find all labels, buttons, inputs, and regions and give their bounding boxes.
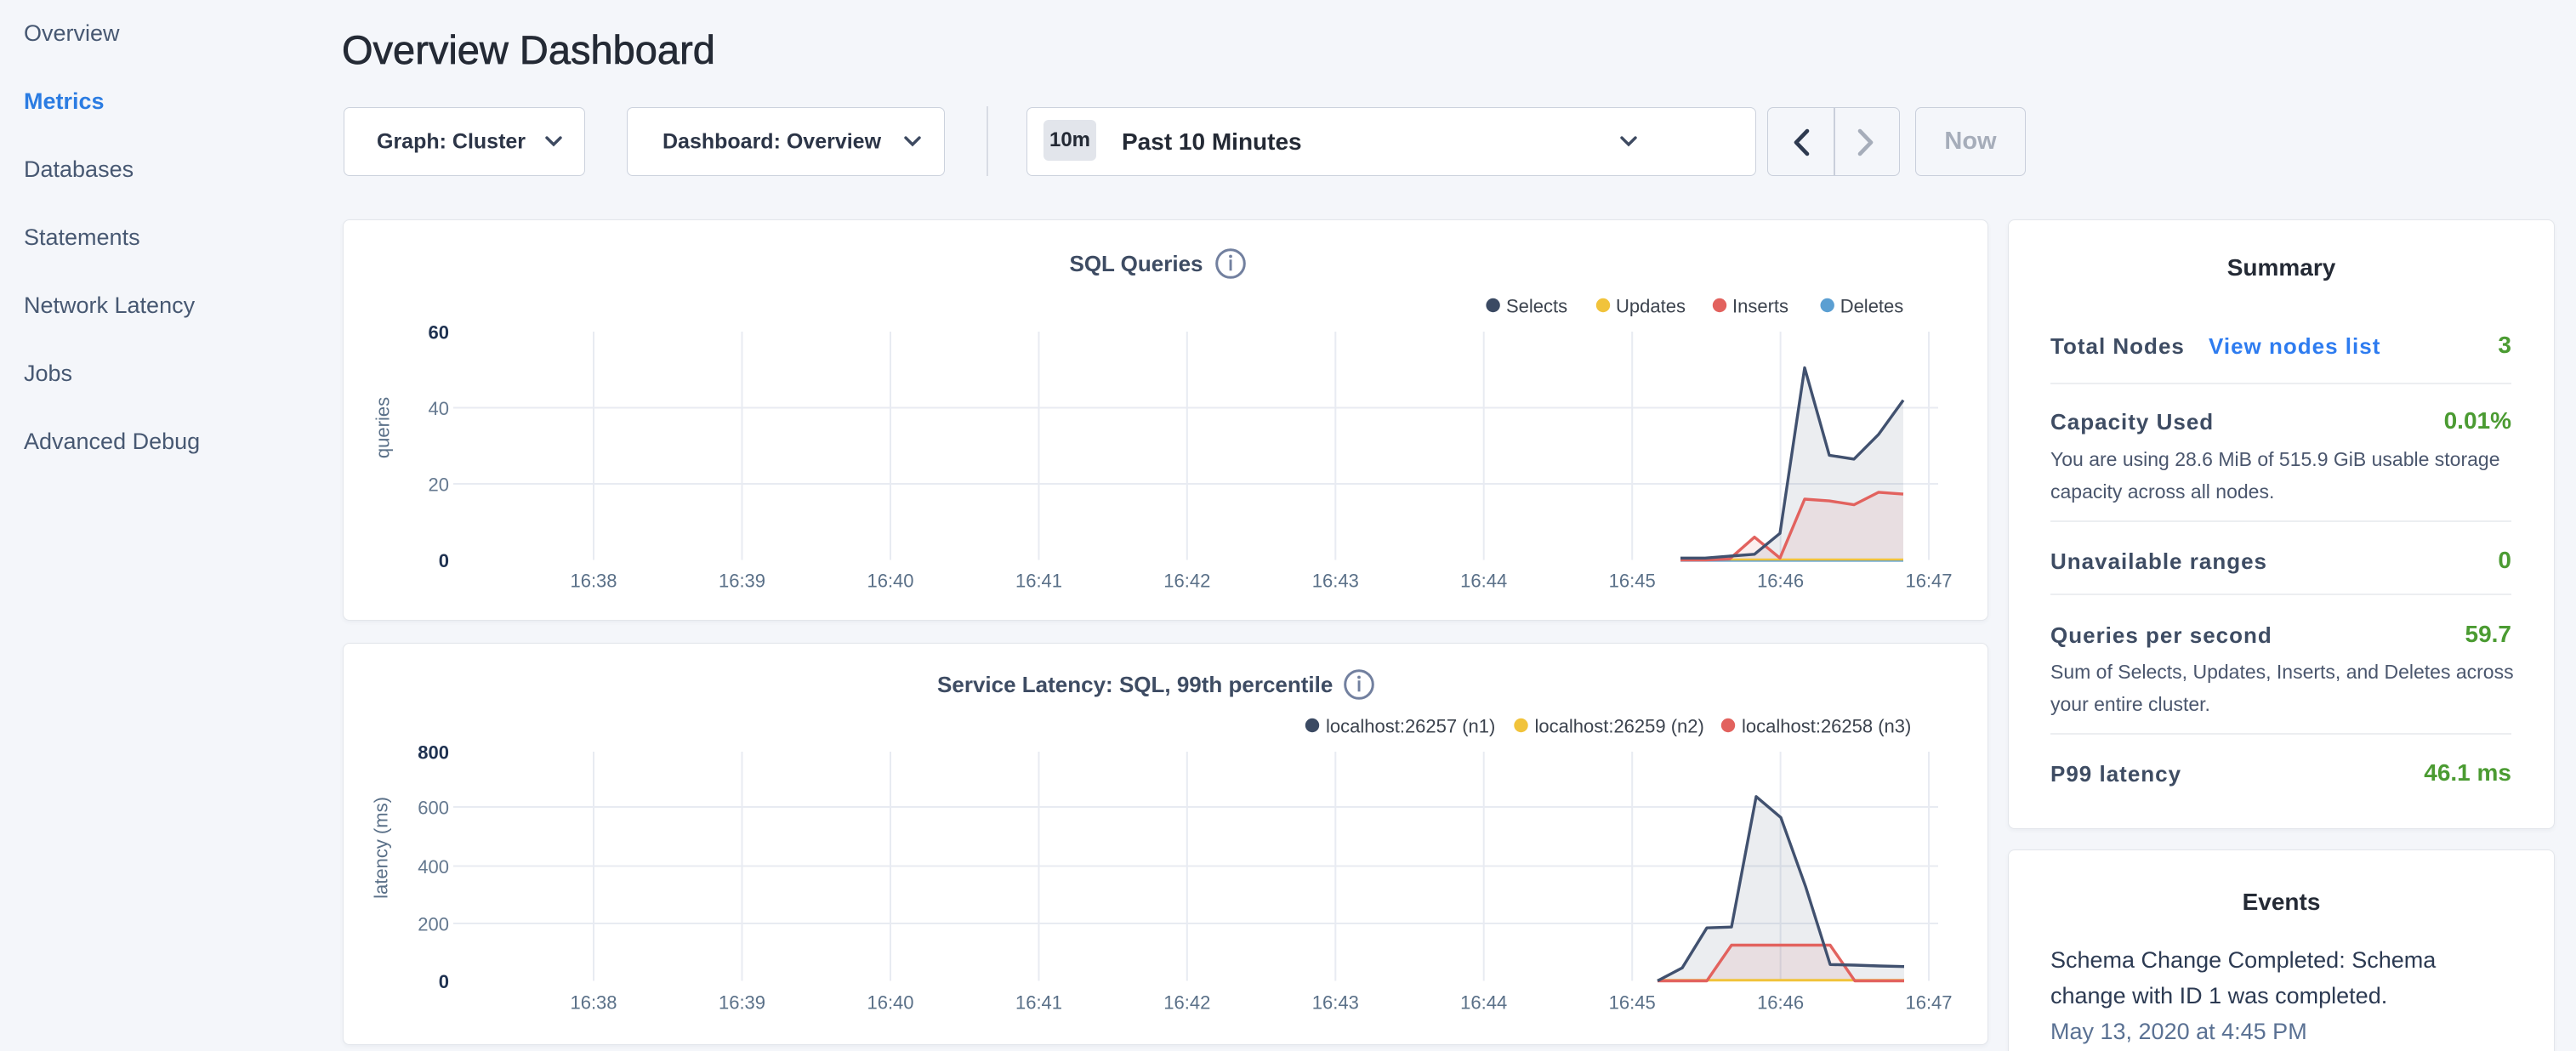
svg-text:400: 400 <box>418 856 449 878</box>
svg-text:localhost:26258 (n3): localhost:26258 (n3) <box>1742 716 1911 737</box>
svg-text:16:46: 16:46 <box>1757 571 1804 592</box>
svg-text:16:42: 16:42 <box>1163 571 1210 592</box>
svg-text:16:42: 16:42 <box>1163 992 1210 1014</box>
svg-text:16:39: 16:39 <box>719 571 765 592</box>
svg-text:16:45: 16:45 <box>1609 571 1656 592</box>
svg-text:16:44: 16:44 <box>1460 571 1507 592</box>
svg-text:Deletes: Deletes <box>1840 296 1904 317</box>
svg-text:Updates: Updates <box>1616 296 1686 317</box>
svg-text:SQL Queries: SQL Queries <box>1069 251 1203 276</box>
svg-text:16:45: 16:45 <box>1609 992 1656 1014</box>
svg-text:60: 60 <box>429 322 449 344</box>
svg-text:16:43: 16:43 <box>1312 571 1359 592</box>
svg-text:16:41: 16:41 <box>1015 571 1062 592</box>
svg-text:16:39: 16:39 <box>719 992 765 1014</box>
svg-text:20: 20 <box>429 474 449 496</box>
svg-text:40: 40 <box>429 398 449 419</box>
svg-text:queries: queries <box>372 397 394 458</box>
svg-text:0: 0 <box>439 971 449 992</box>
svg-text:Service Latency: SQL, 99th per: Service Latency: SQL, 99th percentile <box>937 672 1333 697</box>
svg-text:Inserts: Inserts <box>1732 296 1788 317</box>
svg-text:16:38: 16:38 <box>570 571 617 592</box>
svg-text:localhost:26259 (n2): localhost:26259 (n2) <box>1535 716 1704 737</box>
svg-text:16:40: 16:40 <box>867 992 913 1014</box>
svg-text:16:40: 16:40 <box>867 571 913 592</box>
svg-text:16:44: 16:44 <box>1460 992 1507 1014</box>
svg-text:600: 600 <box>418 798 449 819</box>
svg-text:16:43: 16:43 <box>1312 992 1359 1014</box>
svg-text:localhost:26257 (n1): localhost:26257 (n1) <box>1326 716 1495 737</box>
svg-text:200: 200 <box>418 914 449 935</box>
svg-text:16:47: 16:47 <box>1905 992 1952 1014</box>
svg-text:16:46: 16:46 <box>1757 992 1804 1014</box>
svg-text:16:38: 16:38 <box>570 992 617 1014</box>
svg-text:16:41: 16:41 <box>1015 992 1062 1014</box>
svg-text:16:47: 16:47 <box>1905 571 1952 592</box>
svg-text:0: 0 <box>439 550 449 571</box>
svg-text:Selects: Selects <box>1506 296 1567 317</box>
svg-text:800: 800 <box>418 742 449 764</box>
svg-text:latency (ms): latency (ms) <box>371 797 392 899</box>
